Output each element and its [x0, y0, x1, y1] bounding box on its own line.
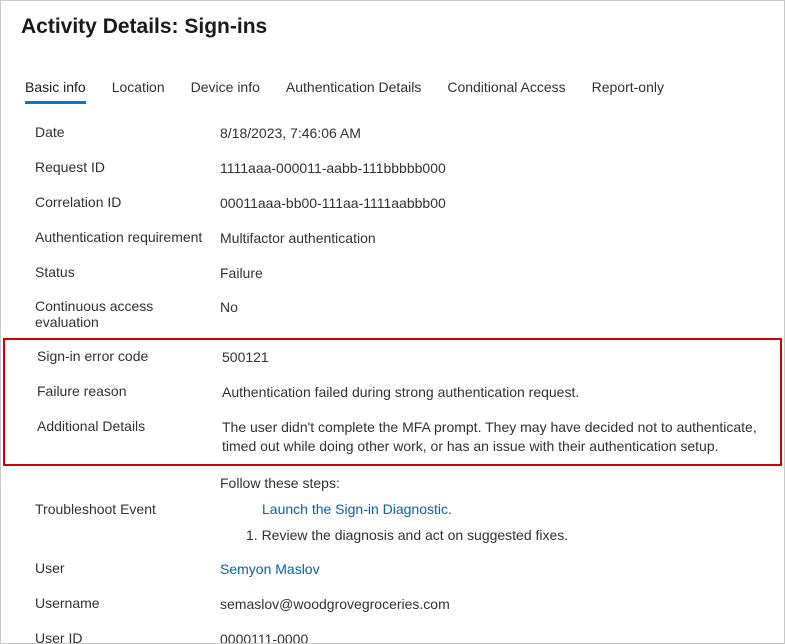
- value-failure-reason: Authentication failed during strong auth…: [222, 383, 780, 402]
- row-cae: Continuous access evaluation No: [1, 290, 784, 338]
- row-request-id: Request ID 1111aaa-000011-aabb-111bbbbb0…: [1, 151, 784, 186]
- highlighted-error-section: Sign-in error code 500121 Failure reason…: [3, 338, 782, 466]
- tab-authentication-details[interactable]: Authentication Details: [286, 79, 421, 104]
- user-link[interactable]: Semyon Maslov: [220, 561, 320, 577]
- row-status: Status Failure: [1, 256, 784, 291]
- label-correlation-id: Correlation ID: [35, 194, 220, 210]
- fields-container: Date 8/18/2023, 7:46:06 AM Request ID 11…: [1, 104, 784, 644]
- label-date: Date: [35, 124, 220, 140]
- value-additional-details: The user didn't complete the MFA prompt.…: [222, 418, 780, 456]
- row-error-code: Sign-in error code 500121: [5, 340, 780, 375]
- label-status: Status: [35, 264, 220, 280]
- value-date: 8/18/2023, 7:46:06 AM: [220, 124, 784, 143]
- tab-basic-info[interactable]: Basic info: [25, 79, 86, 104]
- row-user: User Semyon Maslov: [1, 552, 784, 587]
- label-troubleshoot: Troubleshoot Event: [35, 501, 220, 517]
- label-error-code: Sign-in error code: [37, 348, 222, 364]
- label-username: Username: [35, 595, 220, 611]
- row-correlation-id: Correlation ID 00011aaa-bb00-111aa-1111a…: [1, 186, 784, 221]
- tabs-bar: Basic info Location Device info Authenti…: [1, 51, 784, 104]
- value-correlation-id: 00011aaa-bb00-111aa-1111aabbb00: [220, 194, 784, 213]
- value-cae: No: [220, 298, 784, 317]
- label-additional-details: Additional Details: [37, 418, 222, 434]
- value-status: Failure: [220, 264, 784, 283]
- value-troubleshoot: Follow these steps: Launch the Sign-in D…: [220, 475, 784, 543]
- label-cae: Continuous access evaluation: [35, 298, 220, 330]
- row-user-id: User ID 0000111-0000: [1, 622, 784, 644]
- troubleshoot-follow-text: Follow these steps:: [220, 475, 772, 491]
- row-additional-details: Additional Details The user didn't compl…: [5, 410, 780, 464]
- tab-conditional-access[interactable]: Conditional Access: [447, 79, 565, 104]
- value-username: semaslov@woodgrovegroceries.com: [220, 595, 784, 614]
- label-failure-reason: Failure reason: [37, 383, 222, 399]
- label-user: User: [35, 560, 220, 576]
- tab-location[interactable]: Location: [112, 79, 165, 104]
- row-auth-requirement: Authentication requirement Multifactor a…: [1, 221, 784, 256]
- label-request-id: Request ID: [35, 159, 220, 175]
- label-auth-requirement: Authentication requirement: [35, 229, 220, 245]
- launch-diagnostic-link[interactable]: Launch the Sign-in Diagnostic.: [262, 501, 452, 517]
- tab-device-info[interactable]: Device info: [191, 79, 260, 104]
- value-auth-requirement: Multifactor authentication: [220, 229, 784, 248]
- value-error-code: 500121: [222, 348, 780, 367]
- page-title: Activity Details: Sign-ins: [1, 13, 784, 51]
- row-troubleshoot: Troubleshoot Event Follow these steps: L…: [1, 466, 784, 552]
- value-request-id: 1111aaa-000011-aabb-111bbbbb000: [220, 159, 784, 178]
- activity-details-panel: Activity Details: Sign-ins Basic info Lo…: [0, 0, 785, 644]
- row-failure-reason: Failure reason Authentication failed dur…: [5, 375, 780, 410]
- troubleshoot-step-1: 1. Review the diagnosis and act on sugge…: [220, 527, 772, 543]
- value-user-id: 0000111-0000: [220, 630, 784, 644]
- row-username: Username semaslov@woodgrovegroceries.com: [1, 587, 784, 622]
- row-date: Date 8/18/2023, 7:46:06 AM: [1, 116, 784, 151]
- tab-report-only[interactable]: Report-only: [592, 79, 664, 104]
- label-user-id: User ID: [35, 630, 220, 644]
